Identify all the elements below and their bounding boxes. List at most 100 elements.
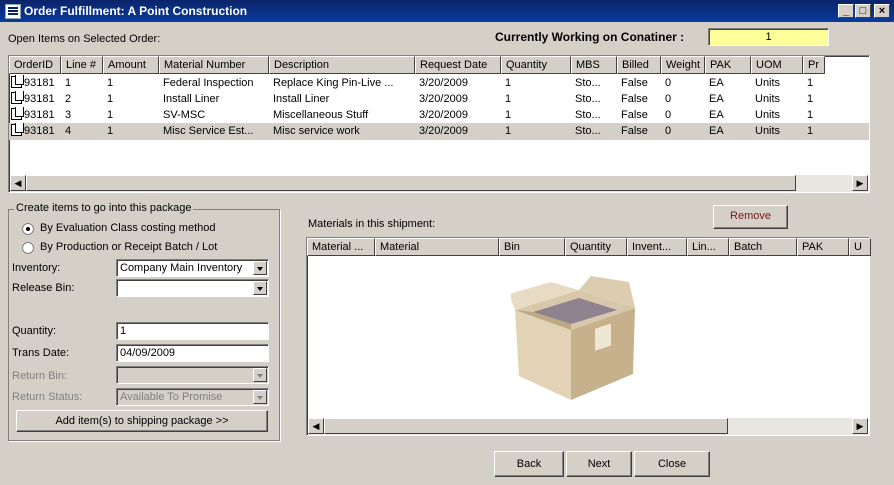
chevron-down-icon[interactable] <box>253 261 267 275</box>
column-header[interactable]: Bin <box>499 238 565 256</box>
column-header[interactable]: OrderID <box>9 56 61 74</box>
release-bin-label: Release Bin: <box>12 282 75 294</box>
table-cell: Sto... <box>575 93 601 105</box>
orders-table[interactable]: OrderID Line # Amount Material Number Descri… <box>8 55 870 193</box>
column-header[interactable]: Request Date <box>415 56 501 74</box>
radio-production-batch-label: By Production or Receipt Batch / Lot <box>40 241 218 253</box>
table-cell-text: 93181 <box>24 125 55 137</box>
form-icon <box>5 4 21 19</box>
orders-hscrollbar[interactable]: ◀ ▶ <box>10 175 868 192</box>
table-cell: False <box>621 109 648 121</box>
table-cell: Units <box>755 109 781 121</box>
radio-evaluation-class[interactable] <box>22 223 34 235</box>
container-label: Currently Working on Conatiner : <box>495 30 685 44</box>
table-row[interactable]: 93181 2 1 Install Liner Install Liner 3/20/20… <box>9 91 869 108</box>
order-id-cell: 93181 <box>9 123 61 140</box>
table-row[interactable]: 93181 1 1 Federal Inspection Replace King Pi… <box>9 75 869 92</box>
scroll-right-icon[interactable]: ▶ <box>852 418 868 434</box>
column-header[interactable]: Quantity <box>565 238 627 256</box>
column-header[interactable]: MBS <box>571 56 617 74</box>
table-cell: 0 <box>665 93 672 105</box>
table-cell: 1 <box>807 109 814 121</box>
table-cell: Sto... <box>575 125 601 137</box>
table-cell: Miscellaneous Stuff <box>273 109 369 121</box>
chevron-down-icon[interactable] <box>253 281 267 295</box>
table-cell: EA <box>709 93 724 105</box>
column-header[interactable]: Pr <box>803 56 825 74</box>
return-status-select: Available To Promise <box>116 388 269 406</box>
shipment-hscrollbar[interactable]: ◀ ▶ <box>308 418 868 435</box>
quantity-label: Quantity: <box>12 325 56 337</box>
column-header[interactable]: Quantity <box>501 56 571 74</box>
table-cell: Units <box>755 93 781 105</box>
scroll-thumb[interactable] <box>324 418 728 434</box>
next-button[interactable]: Next <box>566 451 632 477</box>
table-cell: 1 <box>807 93 814 105</box>
table-row[interactable]: 93181 3 1 SV-MSC Miscellaneous Stuff 3/20/200… <box>9 107 869 124</box>
scroll-left-icon[interactable]: ◀ <box>308 418 324 434</box>
table-cell: Sto... <box>575 77 601 89</box>
order-id-cell: 93181 <box>9 75 61 92</box>
minimize-button[interactable]: _ <box>838 4 854 18</box>
back-button[interactable]: Back <box>494 451 564 477</box>
table-cell-text: 93181 <box>24 77 55 89</box>
table-cell: 1 <box>107 125 114 137</box>
return-bin-label: Return Bin: <box>12 370 68 382</box>
column-header[interactable]: Description <box>269 56 415 74</box>
shipping-box-image <box>511 276 635 400</box>
table-cell-text: 93181 <box>24 109 55 121</box>
radio-production-batch[interactable] <box>22 242 34 254</box>
column-header[interactable]: Material ... <box>307 238 375 256</box>
table-cell: 0 <box>665 125 672 137</box>
table-cell: False <box>621 125 648 137</box>
inventory-value: Company Main Inventory <box>120 262 243 274</box>
column-header[interactable]: PAK <box>797 238 849 256</box>
order-id-cell: 93181 <box>9 107 61 124</box>
column-header[interactable]: PAK <box>705 56 751 74</box>
record-icon <box>11 75 24 88</box>
column-header[interactable]: UOM <box>751 56 803 74</box>
chevron-down-icon <box>253 390 267 404</box>
column-header[interactable]: Lin... <box>687 238 729 256</box>
scroll-left-icon[interactable]: ◀ <box>10 175 26 191</box>
quantity-input[interactable]: 1 <box>116 322 269 340</box>
table-cell: 0 <box>665 109 672 121</box>
column-header[interactable]: Billed <box>617 56 661 74</box>
column-header[interactable]: Invent... <box>627 238 687 256</box>
table-cell: Replace King Pin-Live ... <box>273 77 394 89</box>
column-header[interactable]: Amount <box>103 56 159 74</box>
column-header[interactable]: Material Number <box>159 56 269 74</box>
inventory-select[interactable]: Company Main Inventory <box>116 259 269 277</box>
table-cell: Units <box>755 125 781 137</box>
container-field[interactable]: 1 <box>708 28 829 46</box>
table-row[interactable]: 93181 4 1 Misc Service Est... Misc service w… <box>9 123 869 140</box>
table-cell: SV-MSC <box>163 109 206 121</box>
column-header[interactable]: Line # <box>61 56 103 74</box>
table-cell: 3/20/2009 <box>419 93 468 105</box>
release-bin-select[interactable] <box>116 279 269 297</box>
column-header[interactable]: U <box>849 238 871 256</box>
table-cell: 1 <box>107 109 114 121</box>
trans-date-label: Trans Date: <box>12 347 70 359</box>
remove-button[interactable]: Remove <box>713 205 788 229</box>
scroll-right-icon[interactable]: ▶ <box>852 175 868 191</box>
close-window-button[interactable]: × <box>874 4 890 18</box>
return-status-label: Return Status: <box>12 391 83 403</box>
table-cell: 2 <box>65 93 72 105</box>
close-button[interactable]: Close <box>634 451 710 477</box>
shipment-table[interactable]: Material ... Material Bin Quantity Invent...… <box>306 237 871 436</box>
record-icon <box>11 123 24 136</box>
maximize-button[interactable]: □ <box>855 4 871 18</box>
create-items-group-title: Create items to go into this package <box>14 202 194 214</box>
table-cell: 3/20/2009 <box>419 77 468 89</box>
table-cell: 3/20/2009 <box>419 109 468 121</box>
trans-date-input[interactable]: 04/09/2009 <box>116 344 269 362</box>
column-header[interactable]: Batch <box>729 238 797 256</box>
title-bar: Order Fulfillment: A Point Construction … <box>0 0 894 22</box>
column-header[interactable]: Weight <box>661 56 705 74</box>
scroll-thumb[interactable] <box>26 175 796 191</box>
table-cell: Misc service work <box>273 125 360 137</box>
add-to-package-button[interactable]: Add item(s) to shipping package >> <box>16 410 268 432</box>
column-header[interactable]: Material <box>375 238 499 256</box>
table-cell: EA <box>709 77 724 89</box>
